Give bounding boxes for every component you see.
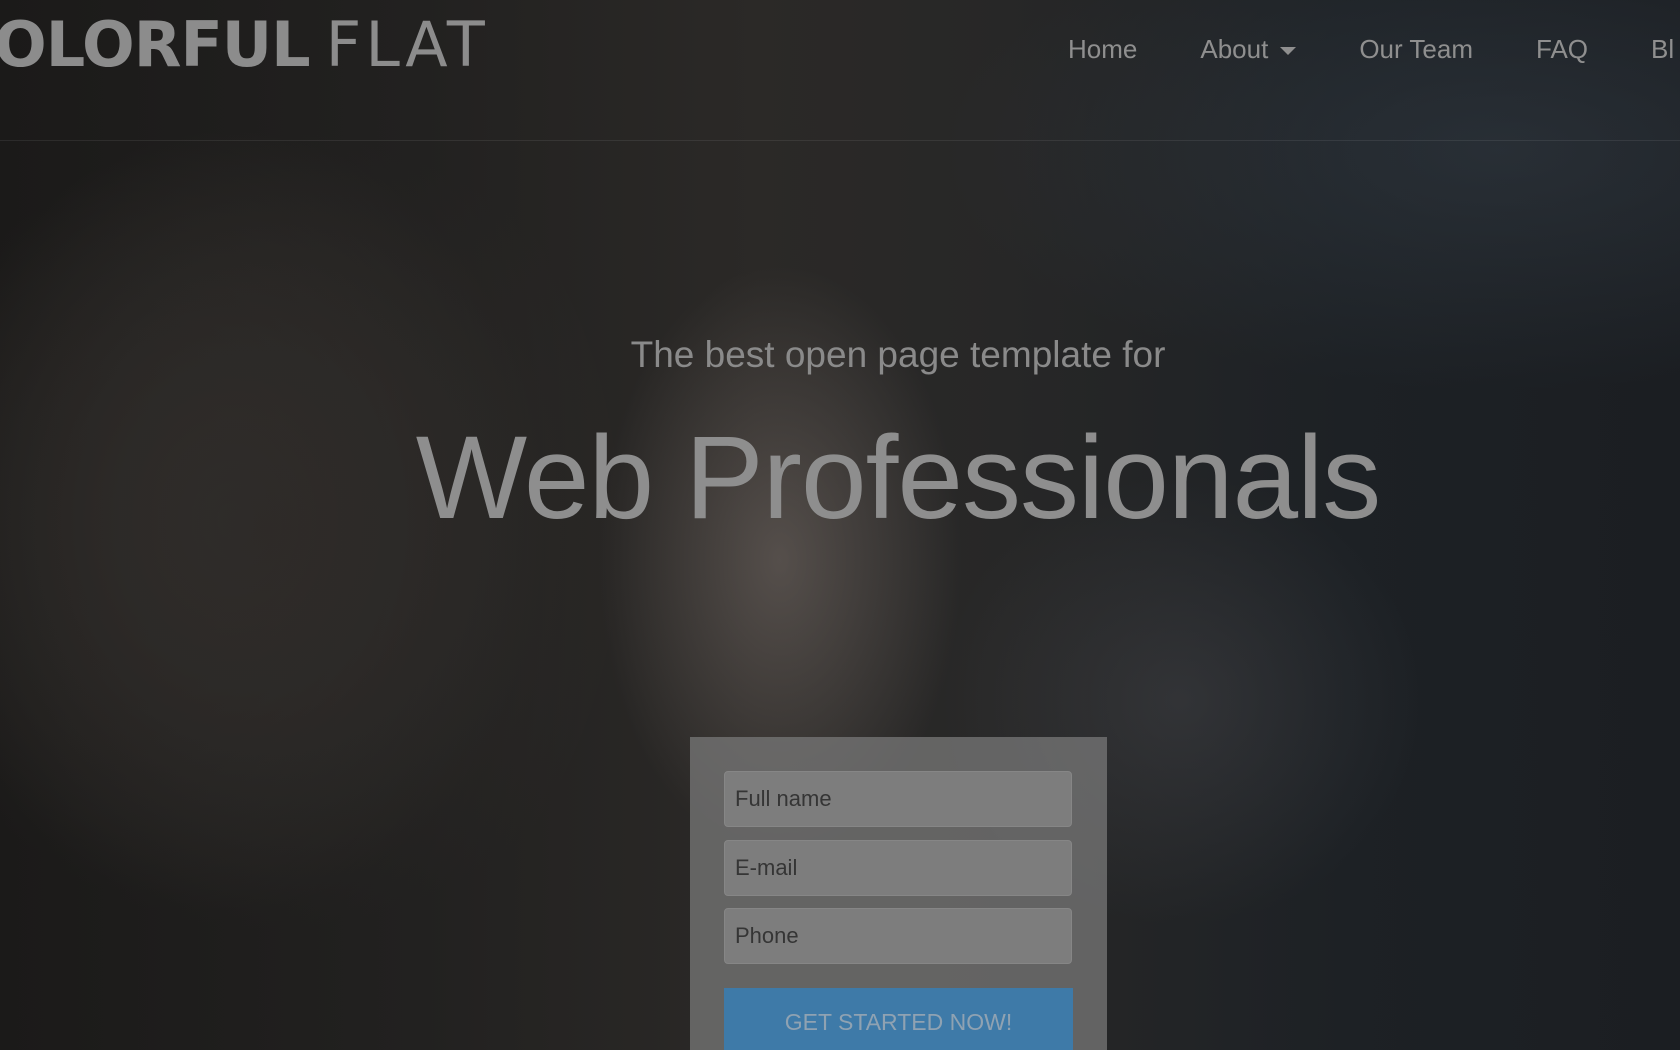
nav-label: About	[1200, 34, 1269, 64]
phone-field[interactable]	[724, 908, 1072, 964]
get-started-button[interactable]: GET STARTED NOW!	[724, 988, 1073, 1050]
nav-item-about[interactable]: About	[1200, 34, 1297, 65]
brand-bold-text: OLORFUL	[0, 8, 311, 81]
nav-label: Home	[1068, 34, 1138, 64]
navbar: OLORFUL FLAT Home About Our Team FAQ Bl	[0, 0, 1680, 141]
nav-item-our-team[interactable]: Our Team	[1359, 34, 1473, 65]
full-name-field[interactable]	[724, 771, 1072, 827]
hero-title: Web Professionals	[415, 412, 1382, 544]
nav-item-faq[interactable]: FAQ	[1536, 34, 1588, 65]
email-field[interactable]	[724, 840, 1072, 896]
brand-logo[interactable]: OLORFUL FLAT	[0, 8, 489, 81]
brand-light-text: FLAT	[325, 8, 489, 81]
nav-item-home[interactable]: Home	[1068, 34, 1137, 65]
nav-label: Bl	[1651, 34, 1675, 64]
nav-label: FAQ	[1536, 34, 1589, 64]
nav-label: Our Team	[1359, 34, 1473, 64]
nav-menu: Home About Our Team FAQ Bl	[1068, 34, 1674, 65]
caret-down-icon	[1280, 46, 1297, 55]
signup-form: GET STARTED NOW!	[690, 737, 1107, 1050]
hero-subtitle: The best open page template for	[630, 334, 1166, 375]
landing-page: OLORFUL FLAT Home About Our Team FAQ Bl T…	[0, 0, 1680, 1050]
nav-item-blog[interactable]: Bl	[1651, 34, 1674, 65]
